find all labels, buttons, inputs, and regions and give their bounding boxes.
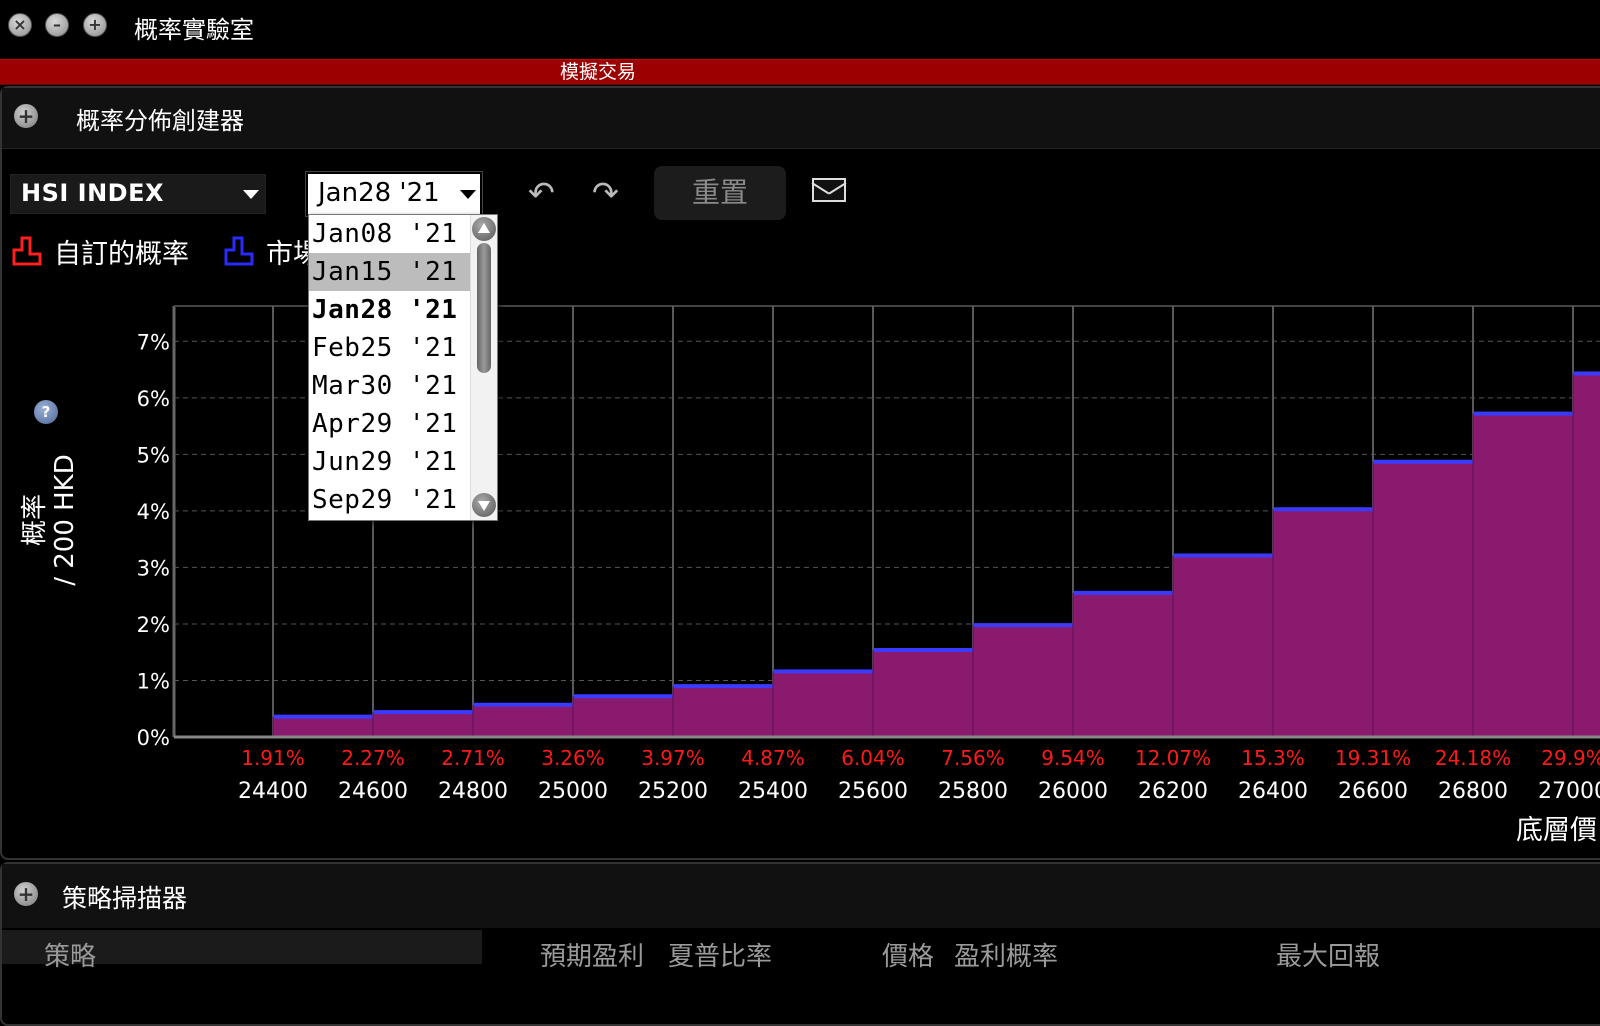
x-tick-label: 27000 <box>1538 779 1600 804</box>
column-header-strategy[interactable]: 策略 <box>44 936 96 973</box>
x-tick-label: 25800 <box>938 779 1008 804</box>
expiry-option[interactable]: Jan08 '21 <box>309 215 472 253</box>
probability-bar <box>1073 592 1173 737</box>
expiry-select[interactable]: Jan28 '21 <box>306 172 482 216</box>
market-histogram-icon <box>224 236 254 266</box>
y-tick-label: 7% <box>137 330 170 354</box>
minimize-window-button[interactable]: – <box>45 13 69 37</box>
scroll-down-icon[interactable] <box>472 493 496 517</box>
chevron-down-icon <box>243 190 259 199</box>
y-tick-label: 0% <box>137 726 170 750</box>
window-title: 概率實驗室 <box>134 16 254 44</box>
cumulative-probability-label: 1.91% <box>241 746 305 770</box>
probability-bar <box>473 704 573 737</box>
x-tick-label: 26600 <box>1338 779 1408 804</box>
builder-title: 概率分佈創建器 <box>76 107 244 135</box>
undo-icon[interactable]: ↶ <box>528 174 555 212</box>
banner-label: 模擬交易 <box>560 61 637 83</box>
legend-custom-label[interactable]: 自訂的概率 <box>54 232 189 271</box>
cumulative-probability-label: 3.97% <box>641 746 705 770</box>
y-tick-label: 1% <box>137 669 170 693</box>
strategy-scanner-panel: + 策略掃描器 策略 預期盈利 夏普比率 價格 盈利概率 最大回報 <box>0 862 1600 1026</box>
cumulative-probability-label: 4.87% <box>741 746 805 770</box>
column-header-expected-profit[interactable]: 預期盈利 <box>540 936 644 973</box>
scroll-thumb[interactable] <box>477 243 491 373</box>
cumulative-probability-label: 7.56% <box>941 746 1005 770</box>
dropdown-scrollbar[interactable] <box>470 215 497 520</box>
x-tick-label: 25200 <box>638 779 708 804</box>
mail-icon[interactable] <box>812 178 846 202</box>
x-tick-label: 24600 <box>338 779 408 804</box>
scanner-header: + 策略掃描器 <box>2 864 1600 928</box>
scroll-up-icon[interactable] <box>472 217 496 241</box>
probability-bar <box>1473 413 1573 737</box>
custom-histogram-icon <box>12 236 42 266</box>
probability-bar <box>1273 509 1373 737</box>
x-axis-title: 底層價 <box>1516 815 1597 846</box>
cumulative-probability-label: 24.18% <box>1435 746 1511 770</box>
x-tick-label: 26200 <box>1138 779 1208 804</box>
cumulative-probability-label: 2.71% <box>441 746 505 770</box>
probability-bar <box>1573 373 1600 737</box>
column-header-sharpe-ratio[interactable]: 夏普比率 <box>668 936 772 973</box>
cumulative-probability-label: 15.3% <box>1241 746 1305 770</box>
expiry-option[interactable]: Jun29 '21 <box>309 443 472 481</box>
y-tick-label: 6% <box>137 387 170 411</box>
probability-bar <box>673 686 773 737</box>
probability-bar <box>373 712 473 737</box>
cumulative-probability-label: 3.26% <box>541 746 605 770</box>
x-tick-label: 25000 <box>538 779 608 804</box>
expiry-option[interactable]: Jan15 '21 <box>309 253 472 291</box>
cumulative-probability-label: 6.04% <box>841 746 905 770</box>
symbol-select[interactable]: HSI INDEX <box>10 174 266 214</box>
expiry-dropdown-list[interactable]: Sep29 '21 Jun29 '21 Apr29 '21 Mar30 '21 Feb2… <box>308 214 498 521</box>
column-header-max-return[interactable]: 最大回報 <box>1276 936 1380 973</box>
cumulative-probability-label: 2.27% <box>341 746 405 770</box>
title-bar: × – + 概率實驗室 <box>0 0 1600 56</box>
symbol-value: HSI INDEX <box>21 179 164 207</box>
paper-trading-banner: 模擬交易 <box>0 59 1600 85</box>
maximize-window-button[interactable]: + <box>83 13 107 37</box>
probability-bar <box>1173 555 1273 737</box>
expiry-option[interactable]: Mar30 '21 <box>309 367 472 405</box>
x-tick-label: 26000 <box>1038 779 1108 804</box>
probability-bar <box>873 649 973 737</box>
column-header-price[interactable]: 價格 <box>882 936 934 973</box>
expand-plus-icon[interactable]: + <box>14 104 38 128</box>
y-tick-label: 2% <box>137 613 170 637</box>
expand-plus-icon[interactable]: + <box>14 882 38 906</box>
scanner-title: 策略掃描器 <box>62 884 188 913</box>
reset-button[interactable]: 重置 <box>654 166 786 220</box>
x-tick-label: 25600 <box>838 779 908 804</box>
probability-bar <box>773 671 873 737</box>
cumulative-probability-label: 29.9% <box>1541 746 1600 770</box>
expiry-option[interactable]: Sep29 '21 <box>309 481 472 519</box>
redo-icon[interactable]: ↷ <box>592 174 619 212</box>
builder-header: + 概率分佈創建器 <box>2 88 1600 149</box>
probability-chart[interactable]: 7% 6% 5% 4% 3% 2% 1% 0% 1.91% 24400 2.27% 24600 2.71… <box>0 290 1600 850</box>
y-tick-label: 5% <box>137 443 170 467</box>
y-tick-label: 3% <box>137 556 170 580</box>
expiry-value: Jan28 '21 <box>318 178 440 208</box>
expiry-option[interactable]: Jan28 '21 <box>309 291 472 329</box>
x-tick-label: 26400 <box>1238 779 1308 804</box>
x-tick-label: 25400 <box>738 779 808 804</box>
x-tick-label: 24400 <box>238 779 308 804</box>
chevron-down-icon <box>460 190 476 199</box>
expiry-option[interactable]: Apr29 '21 <box>309 405 472 443</box>
x-tick-label: 24800 <box>438 779 508 804</box>
cumulative-probability-label: 12.07% <box>1135 746 1211 770</box>
close-window-button[interactable]: × <box>8 13 32 37</box>
cumulative-probability-label: 9.54% <box>1041 746 1105 770</box>
probability-bar <box>573 696 673 737</box>
probability-bar <box>273 716 373 737</box>
probability-bar <box>1373 461 1473 737</box>
y-tick-label: 4% <box>137 500 170 524</box>
x-tick-label: 26800 <box>1438 779 1508 804</box>
probability-bar <box>973 625 1073 737</box>
expiry-option[interactable]: Feb25 '21 <box>309 329 472 367</box>
cumulative-probability-label: 19.31% <box>1335 746 1411 770</box>
column-header-profit-probability[interactable]: 盈利概率 <box>954 936 1058 973</box>
